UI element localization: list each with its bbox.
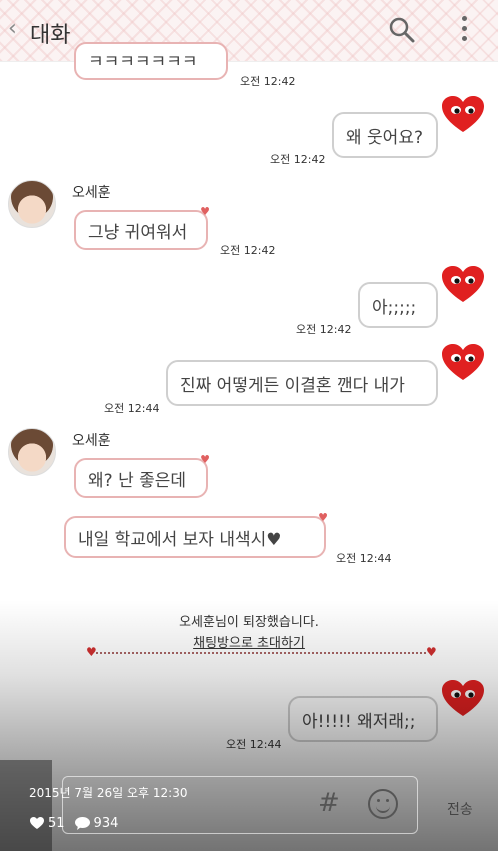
likes-count: 51 xyxy=(48,816,65,831)
comment-icon xyxy=(74,817,90,830)
invite-link[interactable]: 채팅방으로 초대하기 xyxy=(193,636,305,651)
message-bubble: 그냥 귀여워서 ♥ xyxy=(74,205,210,250)
side-panel xyxy=(0,760,52,851)
more-vertical-icon[interactable] xyxy=(462,16,468,44)
heart-icon: ♥ xyxy=(200,205,210,218)
search-icon[interactable] xyxy=(388,16,416,44)
leave-notice: 오세훈님이 퇴장했습니다. xyxy=(179,615,319,630)
emoji-icon[interactable] xyxy=(368,789,398,819)
sender-name: 오세훈 xyxy=(72,433,111,449)
message-time: 오전 12:42 xyxy=(240,75,296,88)
chat-title: 대화 xyxy=(30,23,71,48)
avatar[interactable] xyxy=(8,180,56,228)
comments-count: 934 xyxy=(93,816,119,831)
post-date: 2015년 7월 26일 오후 12:30 xyxy=(29,786,188,800)
heart-logo-icon xyxy=(442,96,484,132)
post-stats: 51 934 xyxy=(30,816,118,831)
message-text: 진짜 어떻게든 이결혼 깬다 내가 xyxy=(180,375,405,396)
message-text: 내일 학교에서 보자 내색시♥ xyxy=(78,529,282,550)
message-bubble: 왜? 난 좋은데 ♥ xyxy=(74,453,210,498)
message-time: 오전 12:42 xyxy=(296,323,352,336)
heart-logo-icon xyxy=(442,266,484,302)
avatar[interactable] xyxy=(8,428,56,476)
message-text: 아!!!!! 왜저래;; xyxy=(302,711,416,732)
heart-icon: ♥ xyxy=(200,453,210,466)
chevron-left-icon[interactable]: ‹ xyxy=(8,16,17,41)
divider xyxy=(96,652,426,654)
message-text: 왜? 난 좋은데 xyxy=(88,470,187,491)
message-bubble: 진짜 어떻게든 이결혼 깬다 내가 xyxy=(166,360,438,406)
message-text: 왜 웃어요? xyxy=(346,127,423,148)
message-time: 오전 12:42 xyxy=(220,244,276,257)
message-time: 오전 12:44 xyxy=(226,738,282,751)
message-bubble: 내일 학교에서 보자 내색시♥ ♥ xyxy=(64,511,328,558)
likes[interactable]: 51 xyxy=(30,816,65,831)
message-time: 오전 12:44 xyxy=(336,552,392,565)
message-text: ㅋㅋㅋㅋㅋㅋㅋ xyxy=(88,52,198,72)
comments[interactable]: 934 xyxy=(74,816,119,831)
sender-name: 오세훈 xyxy=(72,185,111,201)
heart-icon xyxy=(30,817,44,829)
heart-icon: ♥ xyxy=(318,511,328,524)
message-bubble: ㅋㅋㅋㅋㅋㅋㅋ xyxy=(74,42,228,80)
heart-icon: ♥ xyxy=(426,645,437,659)
hash-icon[interactable]: # xyxy=(318,788,340,818)
message-text: 그냥 귀여워서 xyxy=(88,222,188,243)
message-time: 오전 12:42 xyxy=(270,153,326,166)
heart-logo-icon xyxy=(442,680,484,716)
message-text: 아;;;;; xyxy=(372,297,417,318)
invite-row: 채팅방으로 초대하기 xyxy=(0,632,498,651)
heart-logo-icon xyxy=(442,344,484,380)
message-time: 오전 12:44 xyxy=(104,402,160,415)
message-bubble: 왜 웃어요? xyxy=(332,112,438,158)
send-button[interactable]: 전송 xyxy=(447,799,473,819)
message-bubble: 아!!!!! 왜저래;; xyxy=(288,696,438,742)
message-bubble: 아;;;;; xyxy=(358,282,438,328)
